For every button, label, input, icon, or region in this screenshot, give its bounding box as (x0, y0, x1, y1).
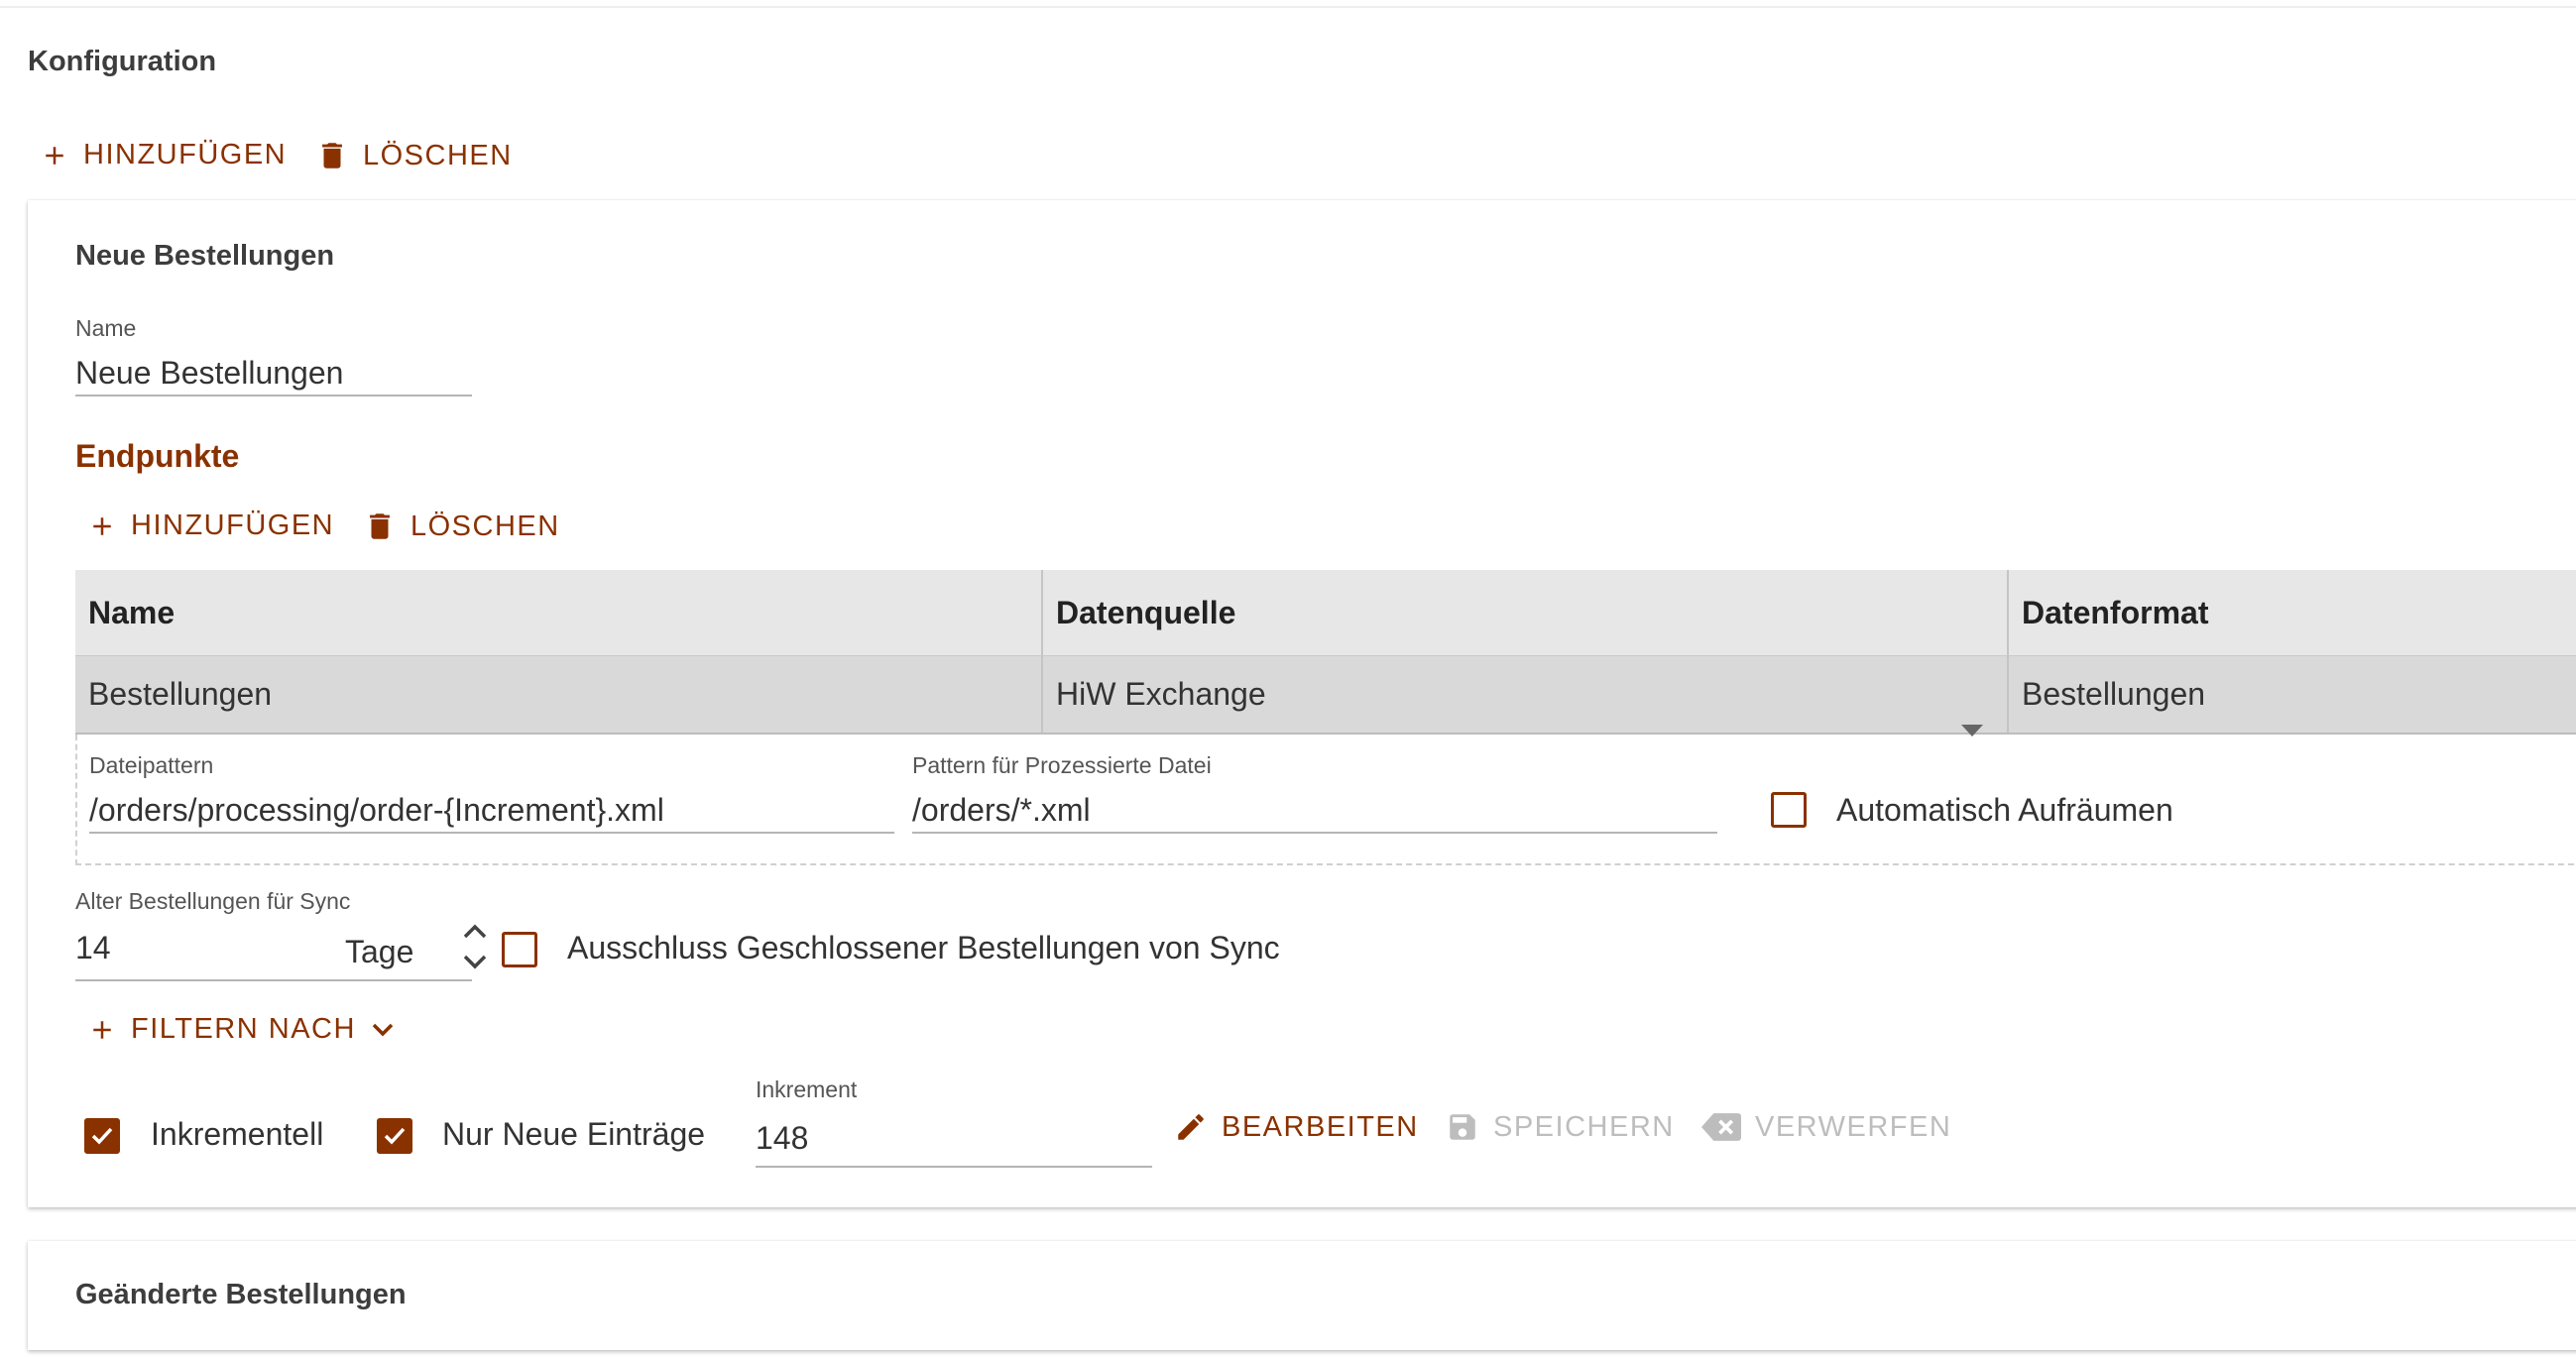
trash-icon (363, 510, 397, 543)
name-field[interactable] (75, 351, 472, 397)
column-header-name[interactable]: Name (75, 570, 1041, 655)
column-header-datasource[interactable]: Datenquelle (1041, 570, 2007, 655)
trash-icon (315, 139, 349, 172)
card-title-changed-orders: Geänderte Bestellungen (75, 1279, 407, 1310)
processed-pattern-field[interactable] (912, 788, 1717, 834)
row-dataformat-cell[interactable]: Bestellungen (2007, 656, 2576, 733)
only-new-checkbox[interactable] (377, 1118, 412, 1154)
plus-icon (87, 511, 117, 541)
endpoints-title: Endpunkte (75, 438, 240, 474)
delete-endpoint-label: LÖSCHEN (410, 510, 560, 542)
table-row[interactable]: Bestellungen HiW Exchange Bestellungen (75, 656, 2576, 737)
configuration-card-changed-orders[interactable]: Geänderte Bestellungen (28, 1241, 2576, 1350)
delete-configuration-label: LÖSCHEN (363, 139, 513, 171)
sync-age-unit: Tage (345, 934, 414, 969)
edit-button[interactable]: BEARBEITEN (1174, 1110, 1419, 1144)
incremental-checkbox[interactable] (84, 1118, 120, 1154)
save-button[interactable]: SPEICHERN (1446, 1110, 1675, 1144)
chevron-down-icon[interactable] (462, 954, 488, 976)
file-pattern-label: Dateipattern (89, 752, 214, 778)
chevron-up-icon[interactable] (462, 922, 488, 945)
sync-age-label: Alter Bestellungen für Sync (75, 888, 351, 914)
discard-label: VERWERFEN (1755, 1110, 1952, 1143)
backspace-x-icon (1701, 1110, 1741, 1144)
datasource-value: HiW Exchange (1056, 676, 1266, 712)
chevron-down-icon (370, 1021, 396, 1039)
add-endpoint-button[interactable]: HINZUFÜGEN (87, 510, 334, 542)
delete-endpoint-button[interactable]: LÖSCHEN (363, 510, 560, 543)
pencil-icon (1174, 1110, 1208, 1144)
add-endpoint-label: HINZUFÜGEN (131, 510, 335, 541)
auto-cleanup-label: Automatisch Aufräumen (1836, 792, 2173, 828)
row-datasource-select[interactable]: HiW Exchange (1041, 656, 2007, 737)
sync-age-value: 14 (75, 930, 111, 965)
endpoint-detail-panel: Dateipattern Pattern für Prozessierte Da… (75, 735, 2576, 865)
sync-age-field[interactable]: 14 Tage (75, 922, 487, 981)
check-icon (91, 1127, 113, 1145)
save-icon (1446, 1110, 1479, 1144)
add-configuration-button[interactable]: HINZUFÜGEN (40, 139, 287, 171)
file-pattern-field[interactable] (89, 788, 894, 834)
column-header-dataformat[interactable]: Datenformat (2007, 570, 2576, 655)
save-label: SPEICHERN (1493, 1110, 1675, 1143)
page-title: Konfiguration (28, 46, 217, 77)
plus-icon (87, 1015, 117, 1045)
card-title: Neue Bestellungen (75, 240, 335, 272)
exclude-closed-checkbox[interactable] (502, 932, 537, 967)
check-icon (384, 1127, 406, 1145)
name-field-label: Name (75, 315, 137, 341)
only-new-label: Nur Neue Einträge (442, 1116, 706, 1152)
add-configuration-label: HINZUFÜGEN (83, 139, 288, 170)
endpoints-table-header: Name Datenquelle Datenformat (75, 570, 2576, 657)
configuration-card-new-orders: Neue Bestellungen Name Endpunkte HINZUFÜ… (28, 200, 2576, 1207)
auto-cleanup-checkbox[interactable] (1771, 792, 1807, 828)
row-name-cell[interactable]: Bestellungen (75, 656, 1041, 733)
delete-configuration-button[interactable]: LÖSCHEN (315, 139, 513, 172)
increment-label: Inkrement (756, 1077, 858, 1102)
filter-by-button[interactable]: FILTERN NACH (87, 1013, 396, 1046)
discard-button[interactable]: VERWERFEN (1701, 1110, 1951, 1144)
filter-by-label: FILTERN NACH (131, 1013, 356, 1045)
edit-label: BEARBEITEN (1222, 1110, 1419, 1143)
exclude-closed-label: Ausschluss Geschlossener Bestellungen vo… (567, 930, 1280, 965)
top-divider (0, 0, 2576, 8)
increment-field[interactable] (756, 1110, 1152, 1168)
incremental-label: Inkrementell (151, 1116, 324, 1152)
plus-icon (40, 141, 69, 170)
processed-pattern-label: Pattern für Prozessierte Datei (912, 752, 1212, 778)
